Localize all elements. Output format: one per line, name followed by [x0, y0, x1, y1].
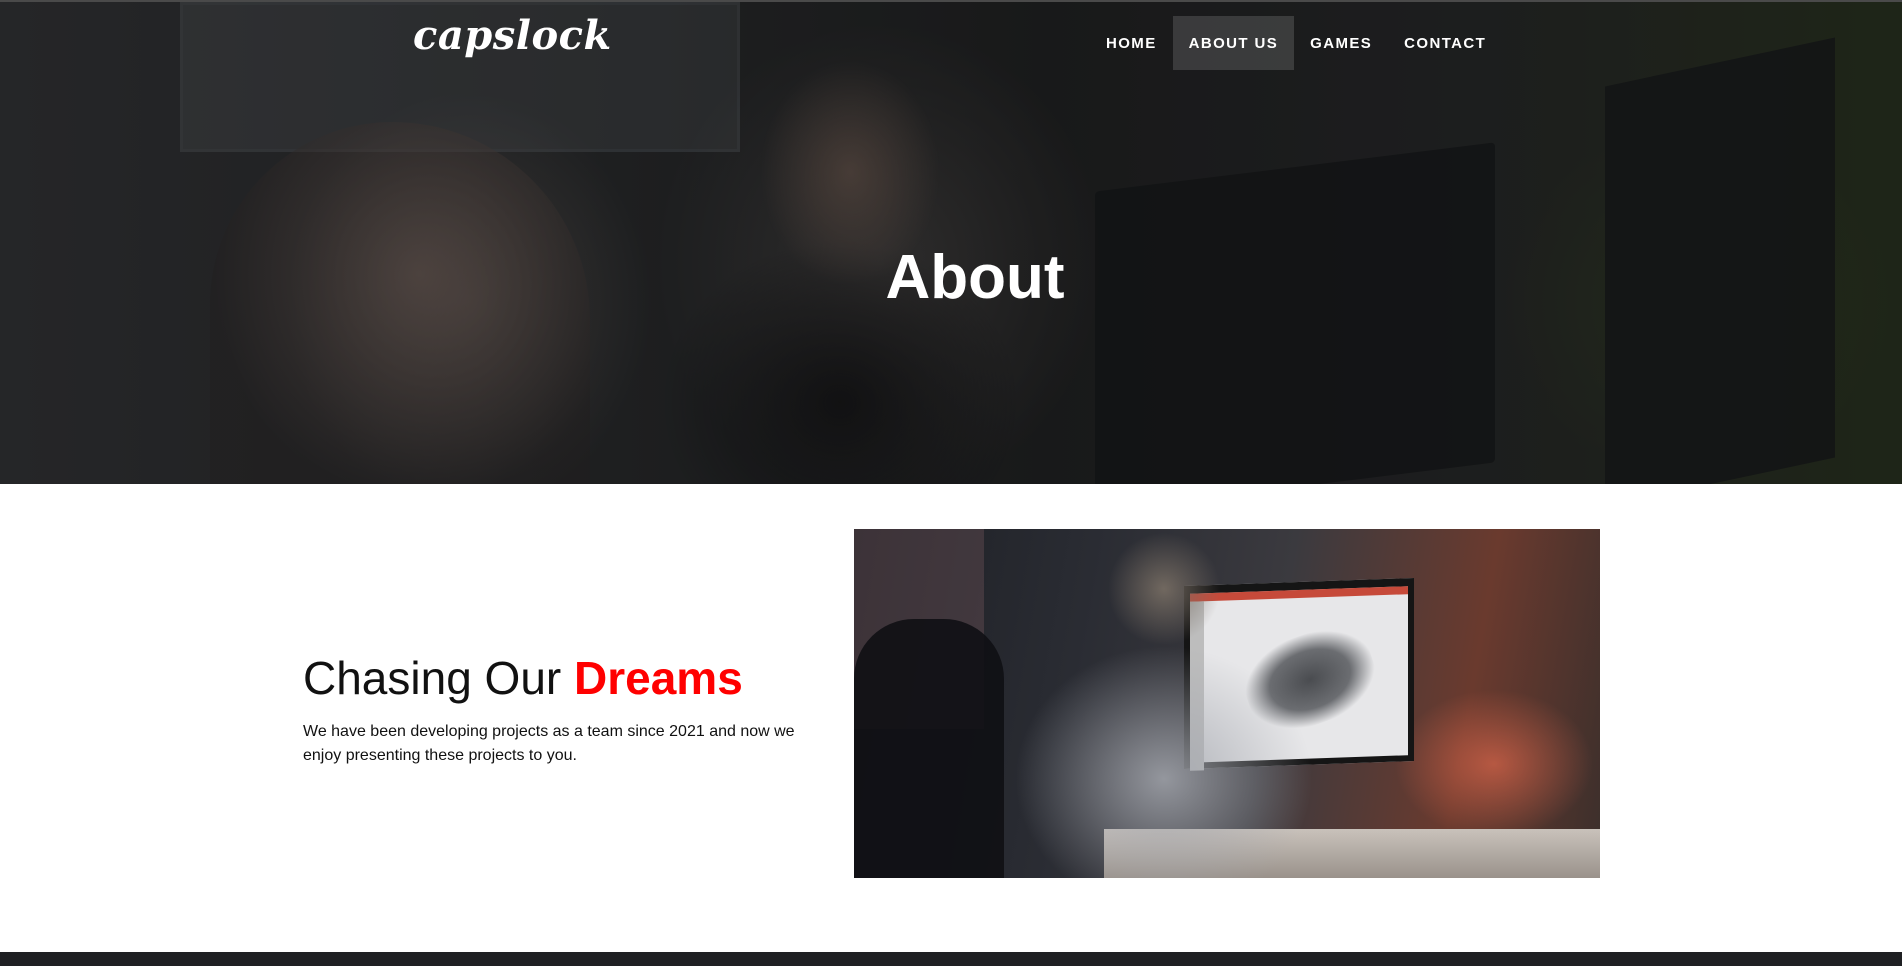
page-title: About	[885, 242, 1065, 312]
section-paragraph: We have been developing projects as a te…	[303, 722, 795, 764]
hero-banner: capslock HOME ABOUT US GAMES CONTACT Abo…	[0, 0, 1902, 484]
footer	[0, 952, 1902, 966]
about-intro: Chasing Our Dreams We have been developi…	[303, 653, 813, 768]
nav-item-home[interactable]: HOME	[1090, 16, 1173, 70]
nav-item-about-us[interactable]: ABOUT US	[1172, 16, 1295, 70]
nav-item-games[interactable]: GAMES	[1294, 16, 1388, 70]
team-working-photo	[854, 529, 1600, 878]
main-nav: HOME ABOUT US GAMES CONTACT	[1090, 16, 1502, 70]
nav-item-contact[interactable]: CONTACT	[1388, 16, 1502, 70]
headline-prefix: Chasing Our	[303, 652, 575, 704]
section-headline: Chasing Our Dreams	[303, 653, 813, 704]
site-logo[interactable]: capslock	[413, 12, 612, 59]
headline-accent: Dreams	[574, 652, 743, 704]
